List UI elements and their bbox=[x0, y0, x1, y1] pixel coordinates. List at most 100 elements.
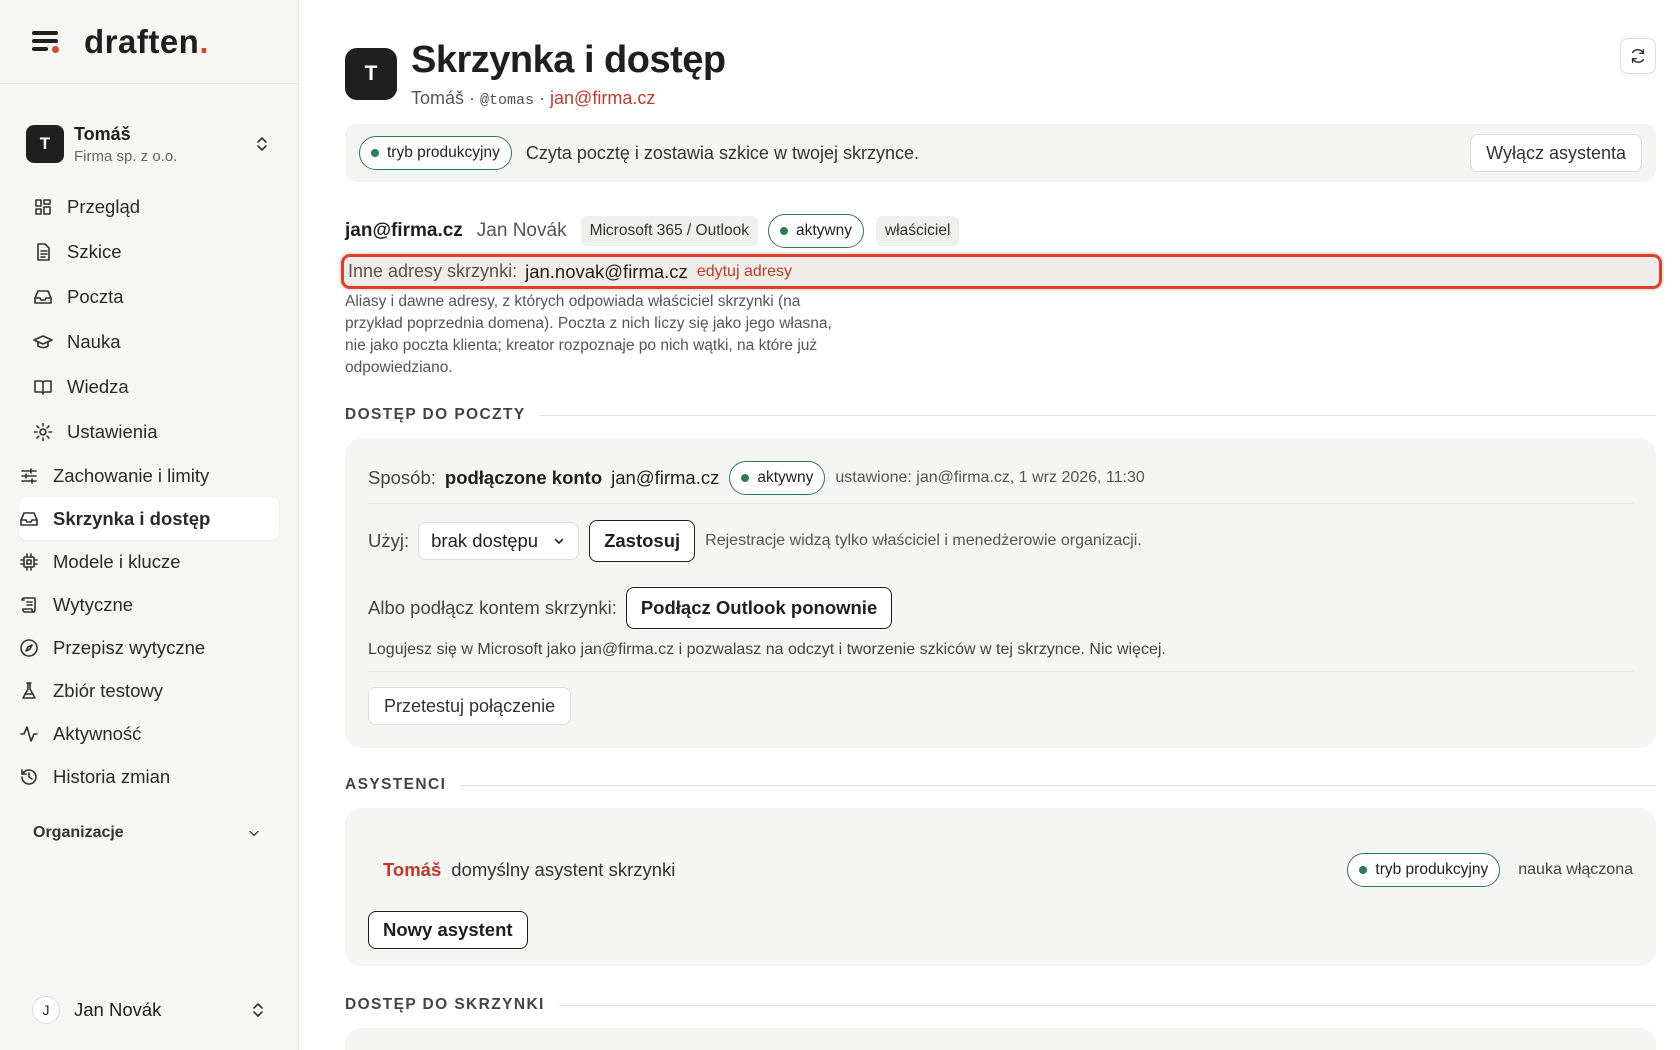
page-title: Skrzynka i dostęp bbox=[411, 39, 726, 81]
connect-row: Albo podłącz kontem skrzynki: Podłącz Ou… bbox=[368, 586, 1633, 630]
document-icon bbox=[37, 242, 50, 261]
nav-item-mail[interactable]: Poczta bbox=[0, 274, 298, 319]
nav-sub-mailbox-access[interactable]: Skrzynka i dostęp bbox=[19, 497, 279, 540]
apply-button[interactable]: Zastosuj bbox=[589, 520, 696, 562]
status-badge: tryb produkcyjny bbox=[1347, 853, 1501, 887]
main-content: T Skrzynka i dostęp Tomáš · @tomas · jan… bbox=[299, 0, 1680, 1050]
compass-icon bbox=[20, 638, 38, 657]
assistant-name: Tomáš bbox=[383, 859, 442, 880]
section-heading-mailbox-access: DOSTĘP DO SKRZYNKI bbox=[345, 996, 1656, 1014]
method-value: podłączone konto bbox=[444, 467, 603, 488]
sliders-icon bbox=[21, 467, 37, 484]
chip-icon bbox=[20, 552, 38, 571]
banner-text: Czyta pocztę i zostawia szkice w twojej … bbox=[525, 142, 919, 163]
org-switcher[interactable]: T Tomáš Firma sp. z o.o. bbox=[0, 116, 298, 172]
new-assistant-button[interactable]: Nowy asystent bbox=[368, 911, 528, 949]
avatar: T bbox=[345, 48, 397, 100]
nav-sub-models-keys[interactable]: Modele i klucze bbox=[19, 540, 279, 583]
history-icon bbox=[21, 768, 37, 785]
account-name: Jan Novák bbox=[476, 220, 567, 241]
assistant-row[interactable]: Tomáš domyślny asystent skrzynki tryb pr… bbox=[383, 852, 1633, 888]
account-email: jan@firma.cz bbox=[345, 220, 463, 241]
test-connection-button[interactable]: Przetestuj połączenie bbox=[368, 687, 572, 725]
chevron-down-icon bbox=[249, 830, 259, 837]
scroll-icon bbox=[21, 596, 36, 613]
use-note: Rejestracje widzą tylko właściciel i men… bbox=[705, 532, 1142, 549]
chevron-updown-icon bbox=[257, 137, 267, 151]
test-row: Przetestuj połączenie bbox=[368, 686, 1633, 726]
graduation-cap-icon bbox=[33, 334, 53, 348]
mailbox-access-card bbox=[345, 1028, 1656, 1050]
chevron-down-icon bbox=[554, 538, 564, 544]
nav-sub-rewrite-guidelines[interactable]: Przepisz wytyczne bbox=[19, 626, 279, 669]
new-assistant-row: Nowy asystent bbox=[368, 910, 1633, 950]
method-row: Sposób: podłączone konto jan@firma.cz ak… bbox=[368, 460, 1633, 496]
status-badge: tryb produkcyjny bbox=[359, 136, 512, 170]
org-name: Tomáš bbox=[74, 123, 131, 144]
set-info: ustawione: jan@firma.cz, 1 wrz 2026, 11:… bbox=[835, 469, 1145, 486]
app-root: draften. T Tomáš Firma sp. z o.o. Przegl… bbox=[0, 0, 1680, 1050]
aliases-help-text: Aliasy i dawne adresy, z których odpowia… bbox=[345, 293, 832, 376]
learning-status: nauka włączona bbox=[1518, 861, 1633, 878]
nav-sub-change-history[interactable]: Historia zmian bbox=[19, 755, 279, 798]
user-handle: @tomas bbox=[480, 91, 535, 109]
refresh-button[interactable] bbox=[1620, 38, 1656, 74]
inbox-icon bbox=[34, 289, 52, 304]
mode-banner: tryb produkcyjny Czyta pocztę i zostawia… bbox=[345, 124, 1656, 182]
divider bbox=[368, 503, 1633, 504]
main-nav: Przegląd Szkice Poczta Nauka Wiedza Usta… bbox=[0, 184, 298, 848]
nav-sub-behavior-limits[interactable]: Zachowanie i limity bbox=[19, 454, 279, 497]
nav-sub-activity[interactable]: Aktywność bbox=[19, 712, 279, 755]
assistant-desc: domyślny asystent skrzynki bbox=[451, 859, 676, 880]
avatar: J bbox=[32, 996, 60, 1024]
role-tag: właściciel bbox=[875, 216, 960, 246]
organizations-section[interactable]: Organizacje bbox=[0, 818, 298, 848]
nav-sub-guidelines[interactable]: Wytyczne bbox=[19, 583, 279, 626]
assistants-card: Tomáš domyślny asystent skrzynki tryb pr… bbox=[345, 808, 1656, 966]
connect-note-row: Logujesz się w Microsoft jako jan@firma.… bbox=[368, 638, 1633, 662]
use-row: Użyj: brak dostępu Zastosuj Rejestracje … bbox=[368, 519, 1633, 563]
sidebar: draften. T Tomáš Firma sp. z o.o. Przegl… bbox=[0, 0, 299, 1050]
nav-item-knowledge[interactable]: Wiedza bbox=[0, 364, 298, 409]
org-subtitle: Firma sp. z o.o. bbox=[74, 147, 178, 165]
aliases-value: jan.novak@firma.cz bbox=[525, 260, 688, 282]
nav-sub-test-set[interactable]: Zbiór testowy bbox=[19, 669, 279, 712]
menu-icon[interactable] bbox=[32, 30, 60, 53]
page-subtitle: Tomáš · @tomas · jan@firma.cz bbox=[411, 87, 656, 109]
page-header: T Skrzynka i dostęp Tomáš · @tomas · jan… bbox=[345, 39, 726, 109]
section-heading-assistants: ASYSTENCI bbox=[345, 776, 1656, 794]
user-name: Jan Novák bbox=[74, 999, 162, 1020]
disable-assistant-button[interactable]: Wyłącz asystenta bbox=[1470, 134, 1642, 172]
nav-item-learning[interactable]: Nauka bbox=[0, 319, 298, 364]
grid-icon bbox=[35, 198, 51, 215]
nav-item-settings[interactable]: Ustawienia bbox=[0, 409, 298, 454]
divider bbox=[368, 671, 1633, 672]
gear-icon bbox=[33, 422, 53, 441]
refresh-icon bbox=[1631, 48, 1645, 64]
user-email-link[interactable]: jan@firma.cz bbox=[550, 88, 655, 108]
method-email: jan@firma.cz bbox=[611, 467, 720, 488]
logo[interactable]: draften. bbox=[84, 23, 209, 61]
account-row: jan@firma.cz Jan Novák Microsoft 365 / O… bbox=[345, 214, 969, 248]
provider-tag: Microsoft 365 / Outlook bbox=[580, 216, 758, 246]
status-badge: aktywny bbox=[729, 461, 826, 495]
activity-icon bbox=[20, 725, 38, 742]
inbox-icon bbox=[20, 511, 38, 526]
nav-item-drafts[interactable]: Szkice bbox=[0, 229, 298, 274]
nav-item-overview[interactable]: Przegląd bbox=[0, 184, 298, 229]
brand-bar: draften. bbox=[0, 0, 298, 84]
chevron-updown-icon bbox=[253, 1003, 263, 1017]
status-badge: aktywny bbox=[767, 214, 864, 248]
aliases-row: Inne adresy skrzynki: jan.novak@firma.cz… bbox=[341, 254, 1662, 289]
aliases-label: Inne adresy skrzynki: bbox=[348, 261, 518, 281]
connect-note: Logujesz się w Microsoft jako jan@firma.… bbox=[368, 641, 1166, 658]
edit-aliases-link[interactable]: edytuj adresy bbox=[697, 263, 792, 281]
book-icon bbox=[34, 379, 52, 395]
reconnect-outlook-button[interactable]: Podłącz Outlook ponownie bbox=[625, 587, 893, 629]
section-heading-mail-access: DOSTĘP DO POCZTY bbox=[345, 406, 1656, 424]
access-select[interactable]: brak dostępu bbox=[418, 522, 580, 560]
user-switcher[interactable]: J Jan Novák bbox=[32, 992, 268, 1028]
org-avatar: T bbox=[26, 125, 64, 163]
mail-access-card: Sposób: podłączone konto jan@firma.cz ak… bbox=[345, 438, 1656, 748]
flask-icon bbox=[22, 681, 36, 699]
